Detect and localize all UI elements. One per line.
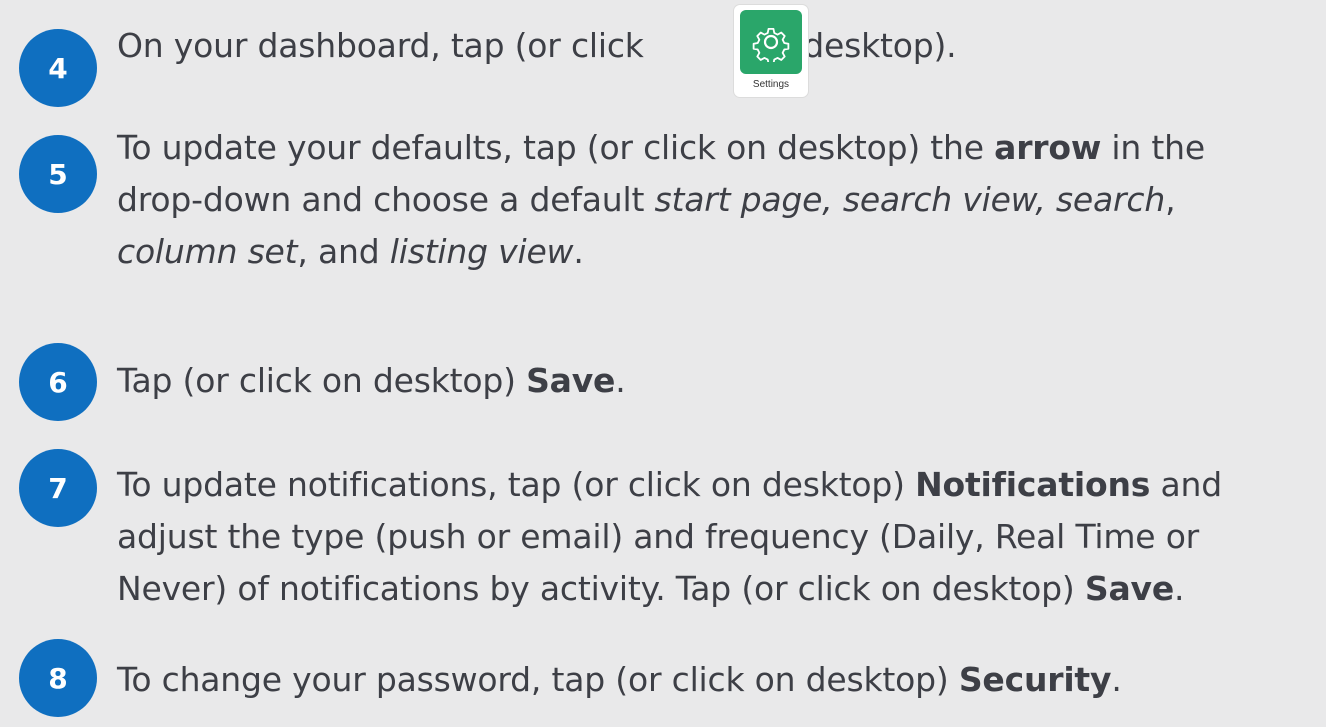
step-text-line: column set, and listing view. [117,232,584,271]
step-number-badge: 4 [19,29,97,107]
step-number-badge: 7 [19,449,97,527]
settings-caption: Settings [752,79,790,90]
step-number: 4 [48,51,68,85]
step-text-line: adjust the type (push or email) and freq… [117,517,1200,556]
step-text: To update notifications, tap (or click o… [117,459,1317,615]
step-text-line: drop-down and choose a default start pag… [117,180,1176,219]
gear-icon [740,10,802,74]
settings-app-tile: Settings [734,5,808,97]
step-number-badge: 5 [19,135,97,213]
step-text: Tap (or click on desktop) Save. [117,361,626,400]
step-number-badge: 8 [19,639,97,717]
step-text-line: To update your defaults, tap (or click o… [117,128,1205,167]
step-text: On your dashboard, tap (or click on desk… [117,26,957,65]
step-number: 8 [48,661,68,695]
step-text-line: To update notifications, tap (or click o… [117,465,1223,504]
step-text-line: Never) of notifications by activity. Tap… [117,569,1185,608]
step-number-badge: 6 [19,343,97,421]
step-text: To change your password, tap (or click o… [117,660,1122,699]
step-text: To update your defaults, tap (or click o… [117,122,1317,278]
step-number: 6 [48,365,68,399]
step-number: 5 [48,157,68,191]
step-number: 7 [48,471,68,505]
